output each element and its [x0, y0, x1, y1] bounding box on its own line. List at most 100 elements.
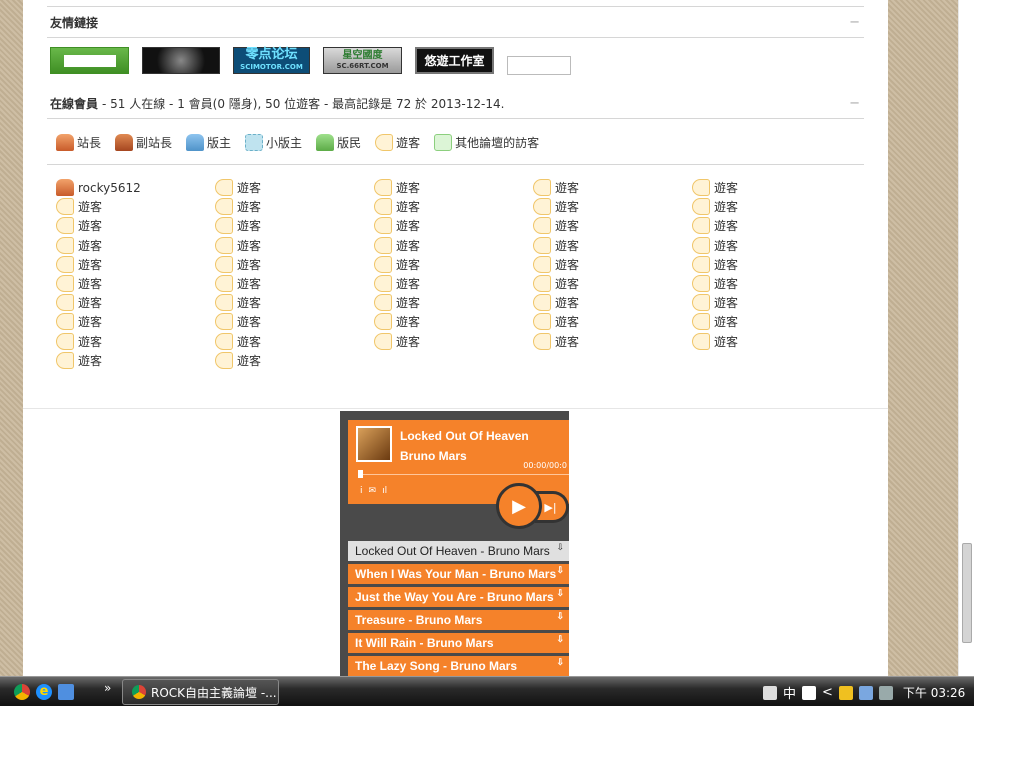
friend-link-2[interactable] [142, 47, 220, 74]
online-user-grid: rocky5612 遊客 遊客 遊客 遊客 遊客 遊客 遊客 遊客 遊客 遊客 遊客 遊客 遊客 遊客 遊客遊… [56, 178, 856, 370]
signal-icon[interactable]: ıl [382, 486, 387, 496]
download-icon[interactable]: ⇩ [556, 611, 564, 622]
ime-mode-icon[interactable] [802, 685, 817, 700]
online-user-name: 遊客 [396, 315, 421, 330]
online-user-name: 遊客 [237, 257, 262, 272]
chrome-icon[interactable] [14, 684, 30, 700]
scrollbar-thumb[interactable] [962, 543, 972, 643]
mail-icon[interactable]: ✉ [369, 486, 377, 496]
friend-link-broken-image[interactable] [507, 56, 571, 75]
network-icon[interactable] [858, 685, 873, 700]
online-user-name[interactable]: rocky5612 [78, 181, 141, 195]
guest-icon [374, 198, 392, 216]
friend-link-scimotor[interactable]: 零点论坛 SCIMOTOR.COM [233, 47, 310, 74]
info-icon[interactable]: i [360, 486, 363, 496]
online-user-name: 遊客 [555, 277, 580, 292]
vice-admin-icon [115, 133, 134, 151]
friend-link-studio[interactable]: 悠遊工作室 [415, 47, 494, 74]
quick-launch-overflow-button[interactable]: » [104, 681, 111, 695]
guest-icon [56, 332, 74, 350]
online-user: 遊客 [374, 332, 533, 351]
keyboard-icon[interactable] [763, 685, 777, 700]
internet-explorer-icon[interactable]: e [36, 684, 52, 700]
page-scrollbar[interactable] [958, 0, 974, 676]
online-user: 遊客 [374, 293, 533, 312]
taskbar-window-button[interactable]: ROCK自由主義論壇 -... [122, 679, 279, 705]
taskbar-clock[interactable]: 下午 03:26 [903, 684, 965, 701]
progress-handle[interactable] [358, 470, 363, 478]
online-user: 遊客 [374, 178, 533, 197]
online-user: 遊客 [533, 312, 692, 331]
online-user-name: 遊客 [237, 296, 262, 311]
playlist-item[interactable]: Locked Out Of Heaven - Bruno Mars ⇩ [348, 541, 569, 561]
music-player: Locked Out Of Heaven Bruno Mars 00:00/00… [340, 411, 569, 676]
guest-icon [692, 294, 710, 312]
tray-expand-arrow[interactable]: < [822, 685, 833, 700]
online-user-name: 遊客 [78, 219, 103, 234]
online-user-name: 遊客 [78, 257, 103, 272]
guest-icon [374, 313, 392, 331]
guest-icon [533, 179, 551, 197]
guest-icon [215, 236, 233, 254]
online-user: 遊客 [374, 236, 533, 255]
guest-icon [374, 294, 392, 312]
collapse-online-button[interactable]: − [849, 96, 860, 111]
playlist-item-label: Just the Way You Are - Bruno Mars [355, 590, 554, 604]
collapse-friend-links-button[interactable]: − [849, 15, 860, 30]
quick-launch: e [14, 684, 74, 700]
download-icon[interactable]: ⇩ [556, 634, 564, 645]
online-user-name: 遊客 [396, 277, 421, 292]
guest-icon [692, 255, 710, 273]
online-user: 遊客 [215, 178, 374, 197]
play-button[interactable]: ▶ [496, 483, 542, 529]
download-icon[interactable]: ⇩ [556, 542, 564, 553]
guest-icon [215, 179, 233, 197]
friend-link-66rt[interactable]: 星空國度 SC.66RT.COM [323, 47, 402, 74]
playlist-item[interactable]: The Lazy Song - Bruno Mars ⇩ [348, 656, 569, 676]
legend-item: 站長 [56, 133, 102, 151]
progress-bar[interactable] [360, 474, 569, 475]
legend-item: 其他論壇的訪客 [434, 133, 539, 151]
legend-item: 遊客 [375, 133, 420, 151]
guest-icon [692, 217, 710, 235]
guest-icon [215, 255, 233, 273]
online-user[interactable]: rocky5612 [56, 178, 215, 197]
online-user-name: 遊客 [555, 238, 580, 253]
play-icon: ▶ [512, 495, 526, 517]
online-user-name: 遊客 [714, 296, 739, 311]
online-user: 遊客 [533, 197, 692, 216]
volume-icon[interactable] [878, 685, 893, 700]
online-user-name: 遊客 [714, 181, 739, 196]
friend-links-header: 友情鏈接 − [47, 6, 864, 38]
download-icon[interactable]: ⇩ [556, 657, 564, 668]
legend-item: 小版主 [245, 133, 302, 151]
playlist-item[interactable]: Just the Way You Are - Bruno Mars ⇩ [348, 587, 569, 607]
explorer-icon[interactable] [58, 684, 74, 700]
online-user: 遊客 [56, 312, 215, 331]
online-user: 遊客 [56, 216, 215, 235]
playlist-item[interactable]: When I Was Your Man - Bruno Mars ⇩ [348, 564, 569, 584]
guest-icon [374, 179, 392, 197]
guest-icon [56, 313, 74, 331]
download-icon[interactable]: ⇩ [556, 588, 564, 599]
playlist-item[interactable]: It Will Rain - Bruno Mars ⇩ [348, 633, 569, 653]
guest-icon [533, 217, 551, 235]
playlist-item[interactable]: Treasure - Bruno Mars ⇩ [348, 610, 569, 630]
friend-link-name: 零点论坛 [245, 46, 298, 62]
guest-icon [533, 255, 551, 273]
online-user-name: 遊客 [237, 219, 262, 234]
ime-indicator[interactable]: 中 [783, 683, 796, 702]
online-user-name: 遊客 [555, 334, 580, 349]
guest-icon [375, 133, 394, 151]
download-icon[interactable]: ⇩ [556, 565, 564, 576]
online-user: 遊客 [374, 197, 533, 216]
friend-link-name: 悠遊工作室 [424, 54, 485, 68]
online-user-name: 遊客 [555, 296, 580, 311]
online-user-name: 遊客 [78, 238, 103, 253]
messenger-icon[interactable] [838, 685, 853, 700]
legend-label: 版主 [207, 135, 232, 150]
friend-link-1[interactable] [50, 47, 129, 74]
legend-label: 副站長 [136, 135, 173, 150]
guest-icon [374, 217, 392, 235]
legend-label: 站長 [77, 135, 102, 150]
